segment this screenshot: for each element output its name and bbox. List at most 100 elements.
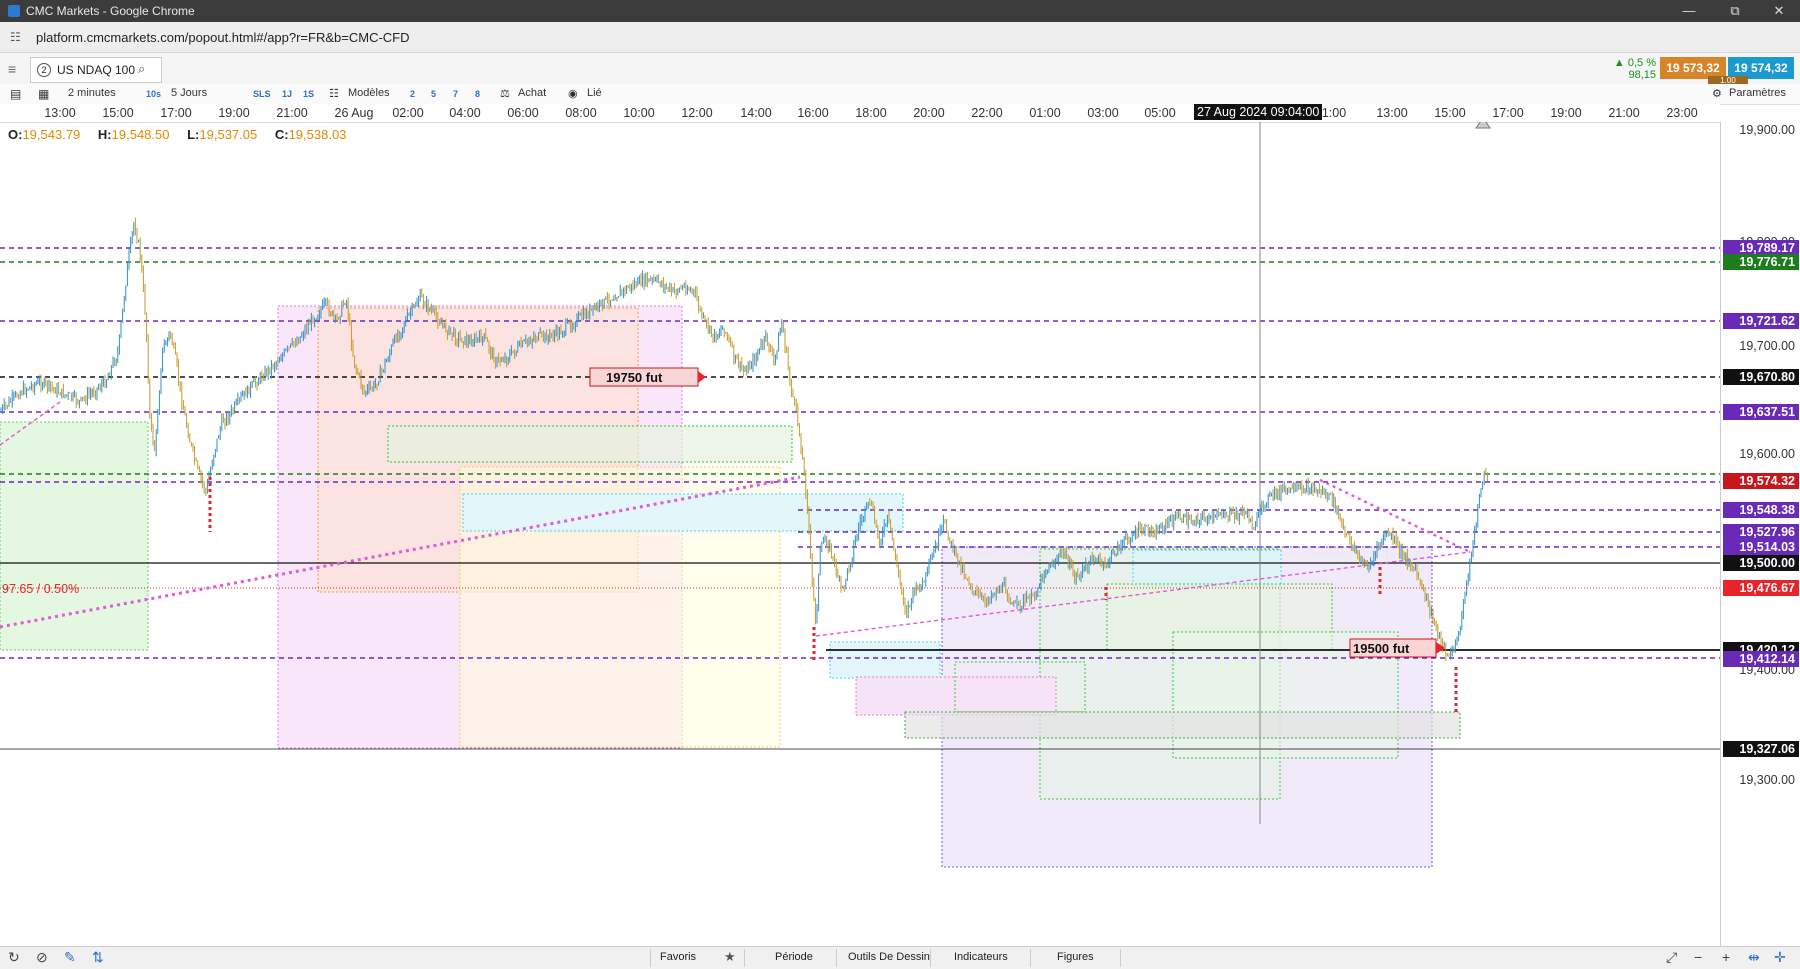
chart-toolbar: ▤ ▦ 2 minutes 10s 5 Jours SLS 1J 1S ☷ Mo… xyxy=(0,84,1800,105)
period-button[interactable]: Période xyxy=(775,951,813,963)
zone-rect xyxy=(855,676,1057,716)
site-info-icon[interactable]: ☷ xyxy=(10,30,21,44)
indicators-button[interactable]: Indicateurs xyxy=(954,951,1008,963)
layout-5-button[interactable]: 5 xyxy=(431,89,436,99)
pencil-icon[interactable]: ✎ xyxy=(64,949,76,966)
star-icon[interactable]: ★ xyxy=(724,949,736,965)
app-icon xyxy=(8,5,20,17)
url-text[interactable]: platform.cmcmarkets.com/popout.html#/app… xyxy=(36,30,410,45)
price-level-tag[interactable]: 19,327.06 xyxy=(1723,741,1799,757)
close-button[interactable]: ✕ xyxy=(1760,1,1798,21)
zoom-in-icon[interactable]: + xyxy=(1722,949,1730,965)
linked-button[interactable]: Lié xyxy=(587,87,602,99)
price-level-tag[interactable]: 19,527.96 xyxy=(1723,524,1799,540)
minimize-button[interactable]: — xyxy=(1670,1,1708,21)
price-level-tag[interactable]: 19,548.38 xyxy=(1723,502,1799,518)
price-level-tag[interactable]: 19,514.03 xyxy=(1723,539,1799,555)
window-title-bar: CMC Markets - Google Chrome — ⧉ ✕ xyxy=(0,0,1800,22)
interval-select[interactable]: 2 minutes xyxy=(68,87,116,99)
close-label: C: xyxy=(274,127,289,142)
instrument-bar: ≡ 2 US NDAQ 100 ⌕ ▲ 0,5 % 98,15 19 573,3… xyxy=(0,53,1800,85)
change-percent: ▲ 0,5 % xyxy=(1613,57,1656,69)
zoom-out-icon[interactable]: − xyxy=(1694,949,1702,965)
favorites-button[interactable]: Favoris xyxy=(660,951,696,963)
price-level-tag[interactable]: 19,574.32 xyxy=(1723,473,1799,489)
interval-10s-button[interactable]: 10s xyxy=(146,89,161,99)
layout-7-button[interactable]: 7 xyxy=(453,89,458,99)
time-axis-label: 02:00 xyxy=(392,106,424,120)
scroll-marker-icon[interactable] xyxy=(1475,122,1491,129)
arrows-icon[interactable]: ⇅ xyxy=(92,949,104,966)
label-19500-text: 19500 fut xyxy=(1353,641,1410,656)
time-axis-label: 05:00 xyxy=(1144,106,1176,120)
price-level-tag[interactable]: 19,500.00 xyxy=(1723,555,1799,571)
search-icon[interactable]: ⌕ xyxy=(138,61,145,77)
layout-8-button[interactable]: 8 xyxy=(475,89,480,99)
price-box: ▲ 0,5 % 98,15 19 573,32 19 574,32 1.00 xyxy=(1600,55,1796,85)
layout-grid-icon[interactable]: ▦ xyxy=(38,87,49,101)
instrument-name: US NDAQ 100 xyxy=(57,63,136,77)
time-axis-label: 23:00 xyxy=(1666,106,1698,120)
time-axis-label: 16:00 xyxy=(797,106,829,120)
price-axis[interactable]: 19,900.0019,800.0019,700.0019,600.0019,4… xyxy=(1720,122,1800,946)
layout-2-button[interactable]: 2 xyxy=(410,89,415,99)
high-label: H: xyxy=(97,127,112,142)
price-level-tag[interactable]: 19,721.62 xyxy=(1723,313,1799,329)
price-level-tag[interactable]: 19,476.67 xyxy=(1723,580,1799,596)
address-bar[interactable]: ☷ platform.cmcmarkets.com/popout.html#/a… xyxy=(0,22,1800,53)
zone-rect xyxy=(0,421,149,651)
zone-rect xyxy=(904,711,1461,739)
change-points: 98,15 xyxy=(1628,69,1656,81)
drawing-tools-button[interactable]: Outils De Dessin xyxy=(848,951,930,963)
time-axis-label: 01:00 xyxy=(1029,106,1061,120)
time-axis-label: 20:00 xyxy=(913,106,945,120)
cancel-icon[interactable]: ⊘ xyxy=(36,949,48,966)
restore-button[interactable]: ⧉ xyxy=(1716,1,1754,21)
refresh-icon[interactable]: ↻ xyxy=(8,949,20,966)
price-tick-label: 19,700.00 xyxy=(1739,339,1795,353)
templates-icon[interactable]: ☷ xyxy=(329,87,339,100)
time-axis-label: 17:00 xyxy=(160,106,192,120)
settings-icon[interactable]: ⚙ xyxy=(1712,87,1722,100)
buy-button[interactable]: Achat xyxy=(518,87,546,99)
zone-rect xyxy=(1132,549,1282,587)
zone-rect xyxy=(387,425,793,463)
range-select[interactable]: 5 Jours xyxy=(171,87,207,99)
open-label: O: xyxy=(8,127,23,142)
time-axis-label: 15:00 xyxy=(1434,106,1466,120)
crosshair-icon[interactable]: ✛ xyxy=(1774,949,1786,966)
price-level-tag[interactable]: 19,412.14 xyxy=(1723,651,1799,667)
range-1j-button[interactable]: 1J xyxy=(282,89,292,99)
open-value: 19,543.79 xyxy=(22,127,81,142)
layout-list-icon[interactable]: ▤ xyxy=(10,87,21,101)
time-axis: 13:00 15:00 17:00 19:00 21:00 26 Aug 02:00 04:0… xyxy=(0,104,1720,123)
price-level-tag[interactable]: 19,637.51 xyxy=(1723,404,1799,420)
price-level-tag[interactable]: 19,776.71 xyxy=(1723,254,1799,270)
label-19500-fut[interactable]: 19500 fut xyxy=(1349,638,1445,658)
label-19750-fut[interactable]: 19750 fut xyxy=(589,367,706,387)
figures-button[interactable]: Figures xyxy=(1057,951,1094,963)
time-axis-label: 03:00 xyxy=(1087,106,1119,120)
sls-button[interactable]: SLS xyxy=(253,89,271,99)
settings-button[interactable]: Paramètres xyxy=(1729,87,1786,99)
time-axis-label: 21:00 xyxy=(276,106,308,120)
link-icon[interactable]: ◉ xyxy=(568,87,578,100)
templates-button[interactable]: Modèles xyxy=(348,87,390,99)
buy-icon[interactable]: ⚖ xyxy=(500,87,510,100)
ohlc-readout: O:19,543.79 H:19,548.50 L:19,537.05 C:19… xyxy=(8,127,360,142)
price-chart[interactable]: 19750 fut 19500 fut 97.65 / 0.50% xyxy=(0,122,1720,946)
window-title: CMC Markets - Google Chrome xyxy=(26,4,195,18)
low-label: L: xyxy=(187,127,200,142)
price-level-tag[interactable]: 19,670.80 xyxy=(1723,369,1799,385)
time-axis-label: 19:00 xyxy=(1550,106,1582,120)
time-axis-label: 12:00 xyxy=(681,106,713,120)
time-axis-label: 08:00 xyxy=(565,106,597,120)
time-axis-label: 06:00 xyxy=(507,106,539,120)
range-1s-button[interactable]: 1S xyxy=(303,89,314,99)
menu-icon[interactable]: ≡ xyxy=(8,61,16,77)
time-axis-label: 26 Aug xyxy=(334,106,374,120)
expand-icon[interactable]: ⤢ xyxy=(1666,949,1677,966)
time-axis-label: 04:00 xyxy=(449,106,481,120)
crosshair-horizontal-icon[interactable]: ⇹ xyxy=(1748,949,1760,966)
instrument-tab[interactable]: 2 US NDAQ 100 ⌕ xyxy=(30,57,162,83)
